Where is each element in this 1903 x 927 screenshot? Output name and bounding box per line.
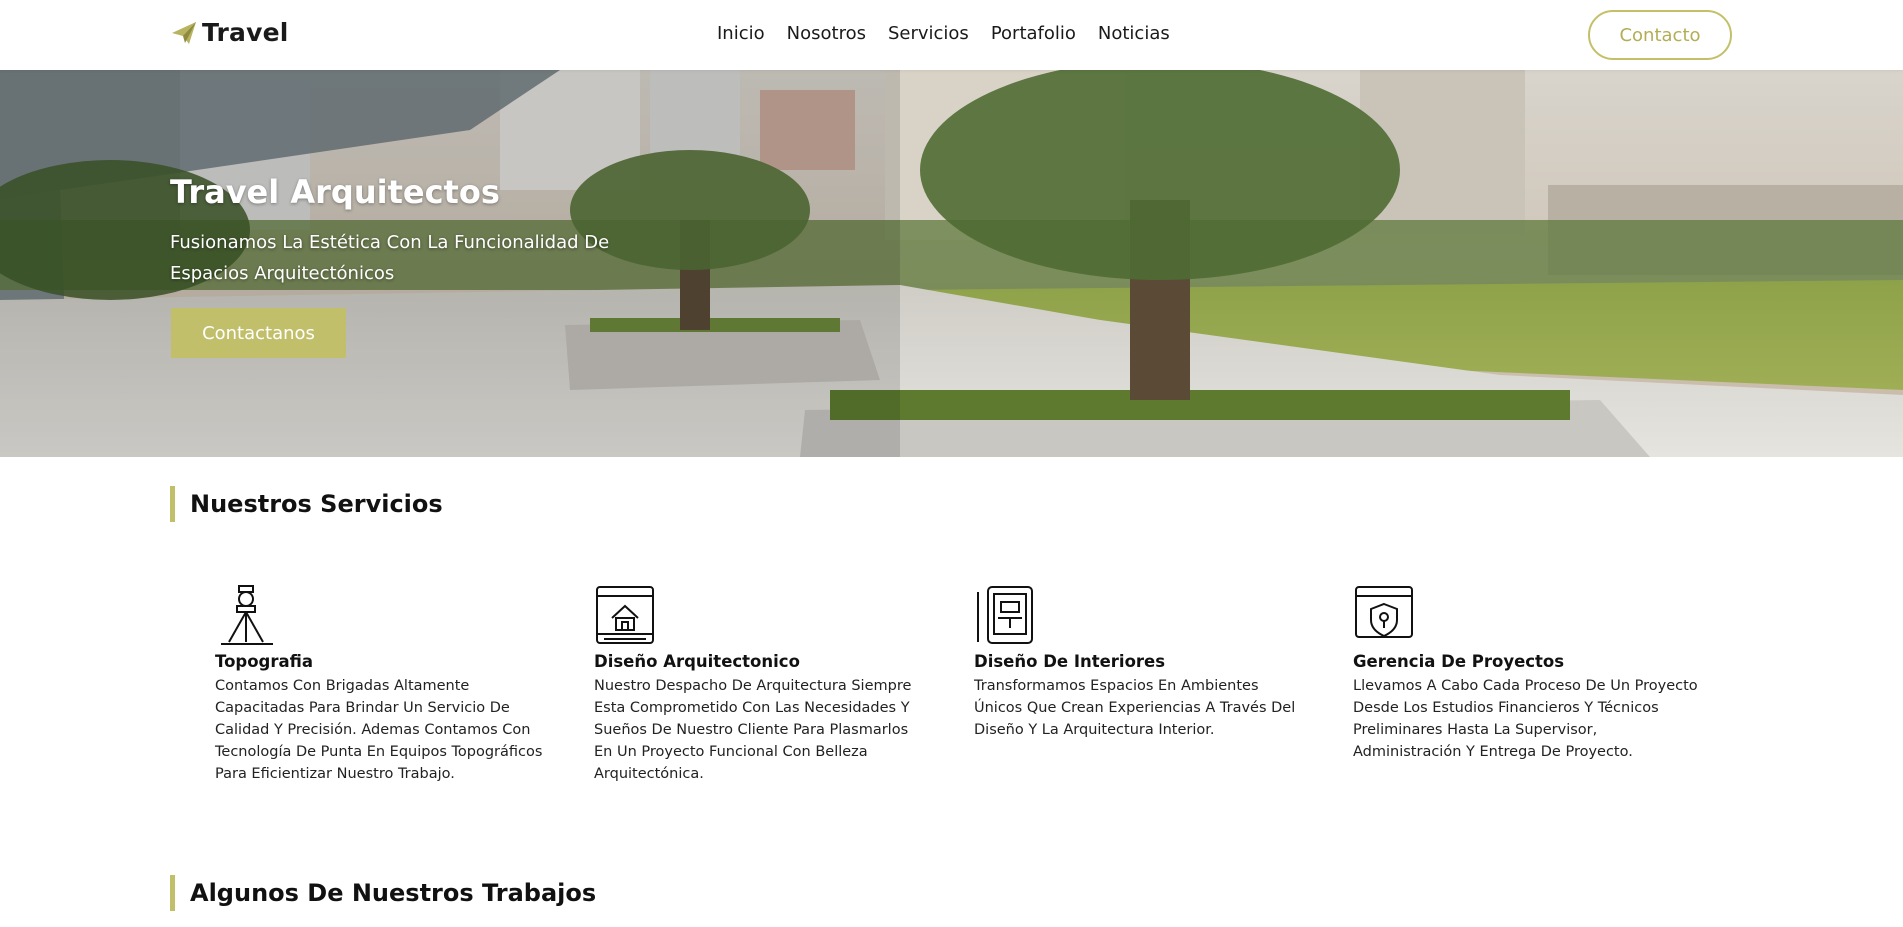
service-name: Topografia [215,652,313,671]
nav-servicios[interactable]: Servicios [888,23,969,44]
paper-plane-icon [172,21,196,44]
main-nav: Inicio Nosotros Servicios Portafolio Not… [717,23,1170,44]
service-name: Diseño De Interiores [974,652,1166,671]
service-card-topografia: Topografia Contamos Con Brigadas Altamen… [215,584,545,785]
hero-subtitle: Fusionamos La Estética Con La Funcionali… [170,232,610,284]
site-header: Travel Inicio Nosotros Servicios Portafo… [0,0,1903,70]
shield-management-icon [1355,586,1413,638]
brand-logo[interactable]: Travel [170,18,289,47]
theodolite-icon [221,585,273,645]
blueprint-house-icon [596,586,654,644]
service-description: Nuestro Despacho De Arquitectura Siempre… [594,678,912,782]
service-card-diseno-interiores: Diseño De Interiores Transformamos Espac… [974,584,1309,741]
service-card-diseno-arquitectonico: Diseño Arquitectonico Nuestro Despacho D… [594,584,929,785]
brand-name: Travel [202,18,289,47]
services-heading: Nuestros Servicios [170,486,443,522]
service-description: Llevamos A Cabo Cada Proceso De Un Proye… [1353,678,1698,760]
nav-inicio[interactable]: Inicio [717,23,765,44]
service-description: Transformamos Espacios En Ambientes Únic… [974,678,1296,738]
contact-button[interactable]: Contacto [1588,10,1732,60]
service-name: Gerencia De Proyectos [1353,652,1565,671]
nav-nosotros[interactable]: Nosotros [787,23,866,44]
service-name: Diseño Arquitectonico [594,652,800,671]
contact-cta-button[interactable]: Contactanos [171,308,346,358]
service-card-gerencia-proyectos: Gerencia De Proyectos Llevamos A Cabo Ca… [1353,584,1698,763]
nav-portafolio[interactable]: Portafolio [991,23,1076,44]
hero-title: Travel Arquitectos [170,173,500,211]
works-heading: Algunos De Nuestros Trabajos [170,875,596,911]
nav-noticias[interactable]: Noticias [1098,23,1170,44]
service-description: Contamos Con Brigadas Altamente Capacita… [215,678,543,782]
hero-banner: Travel Arquitectos Fusionamos La Estétic… [0,70,1903,457]
tablet-design-icon [977,586,1033,644]
